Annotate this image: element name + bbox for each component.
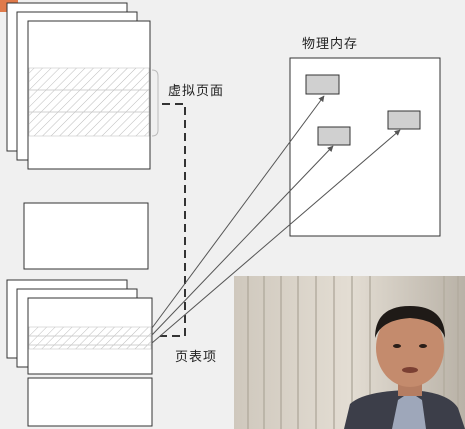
page-table-entry-row [28,344,152,350]
virtual-page-bracket [151,69,159,137]
page-table-stack [6,279,153,375]
virtual-page-stack-top [6,2,151,170]
page-table-entry-label: 页表项 [175,350,218,365]
bottom-page [27,377,153,427]
hatched-band [28,111,150,137]
hatched-band [28,89,150,113]
physical-memory-label: 物理内存 [302,37,359,52]
diagram-canvas: 虚拟页面 物理内存 页表项 [0,0,465,429]
dashed-connector [160,103,186,337]
page-table-entry-row [28,326,152,337]
physical-frame [305,74,340,95]
single-page [23,202,149,270]
hatched-band [28,67,150,91]
presenter-video [234,276,465,429]
physical-frame [317,126,351,146]
page-table-entry-row [28,335,152,346]
physical-frame [387,110,421,130]
presenter-image [234,276,465,429]
virtual-page-label: 虚拟页面 [168,84,225,99]
